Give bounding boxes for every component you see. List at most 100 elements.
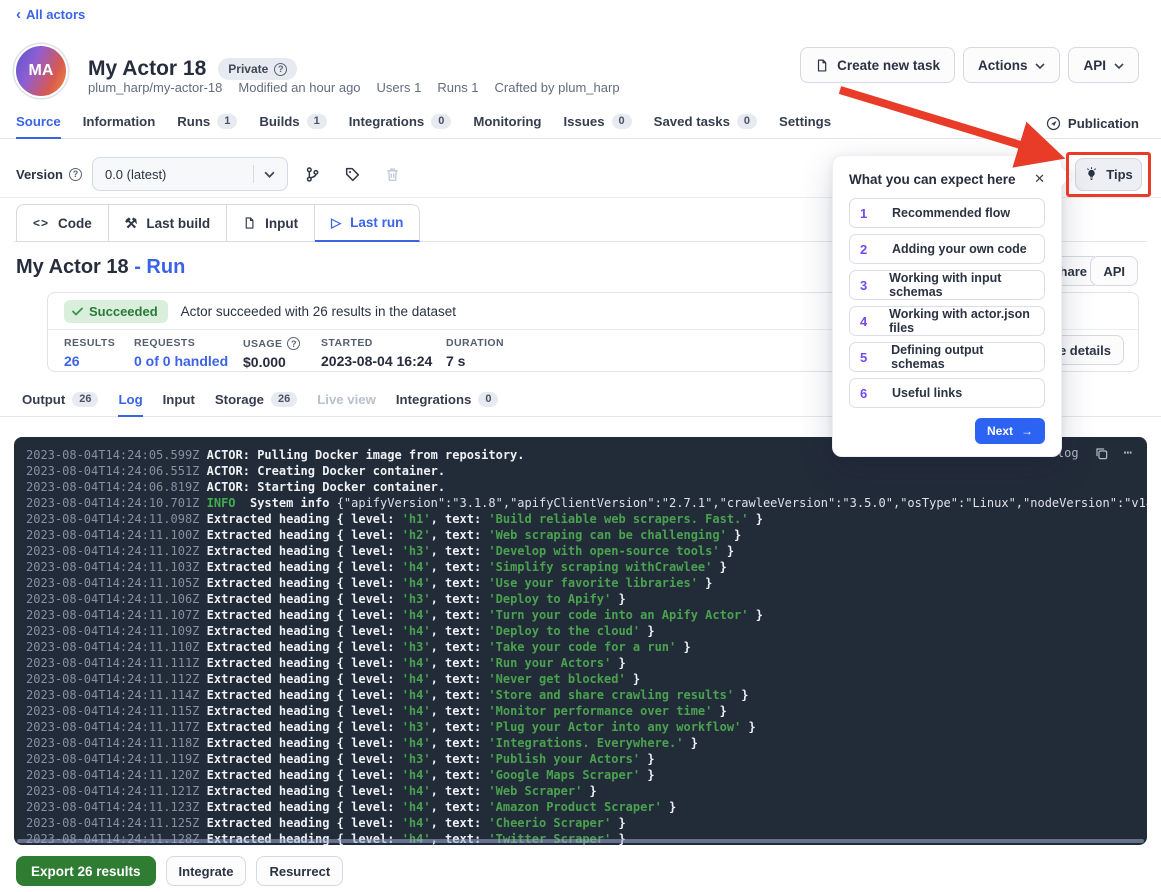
tab-source[interactable]: Source [16, 115, 61, 138]
close-icon[interactable]: ✕ [1034, 171, 1045, 187]
log-segment: } [582, 784, 596, 798]
next-button[interactable]: Next → [975, 418, 1045, 444]
file-icon [243, 216, 256, 230]
tab-label: Log [118, 392, 142, 407]
log-lines: 2023-08-04T14:24:05.599Z ACTOR: Pulling … [14, 437, 1147, 845]
subtab-code[interactable]: <>Code [16, 204, 109, 242]
log-segment: 'Run your Actors' [488, 656, 611, 670]
log-segment: } [611, 656, 625, 670]
tab-monitoring[interactable]: Monitoring [473, 115, 541, 138]
log-segment: Extracted heading { level: [207, 768, 402, 782]
log-timestamp: 2023-08-04T14:24:11.098Z [26, 512, 199, 526]
tip-item-5[interactable]: 5Defining output schemas [849, 342, 1045, 372]
tips-popup: What you can expect here ✕ 1Recommended … [832, 155, 1062, 457]
subtab-last-build[interactable]: ⚒Last build [109, 204, 227, 242]
tab-integrations[interactable]: Integrations0 [349, 115, 452, 138]
delete-icon[interactable] [378, 159, 408, 189]
resurrect-button[interactable]: Resurrect [256, 856, 343, 886]
breadcrumb-label: All actors [26, 7, 85, 22]
git-branch-icon[interactable] [298, 159, 328, 189]
stat-requests: REQUESTS0 of 0 handled [134, 337, 227, 370]
integrate-button[interactable]: Integrate [166, 856, 247, 886]
tip-item-2[interactable]: 2Adding your own code [849, 234, 1045, 264]
run-tab-output[interactable]: Output26 [22, 392, 98, 416]
status-badge-label: Succeeded [89, 304, 158, 319]
log-segment: } [712, 560, 726, 574]
tip-item-4[interactable]: 4Working with actor.json files [849, 306, 1045, 336]
log-segment: , text: [431, 640, 489, 654]
stat-label-text: STARTED [321, 337, 373, 349]
run-tab-log[interactable]: Log [118, 392, 142, 416]
run-tab-live-view[interactable]: Live view [317, 392, 376, 416]
log-segment: , text: [431, 672, 489, 686]
tab-runs[interactable]: Runs1 [177, 115, 237, 138]
tab-count-badge: 26 [271, 392, 297, 407]
log-horizontal-scrollbar[interactable] [17, 839, 1144, 843]
log-segment: 'Web Scraper' [488, 784, 582, 798]
log-segment: 'h4' [402, 800, 431, 814]
tab-settings[interactable]: Settings [779, 115, 831, 138]
help-icon[interactable]: ? [287, 337, 300, 350]
popup-items: 1Recommended flow 2Adding your own code 3W… [849, 198, 1045, 408]
copy-icon[interactable] [1094, 446, 1109, 461]
tab-label: Integrations [349, 114, 424, 129]
log-segment [199, 688, 206, 702]
log-segment: 'h4' [402, 704, 431, 718]
log-segment: 'Amazon Product Scraper' [488, 800, 661, 814]
tip-item-1[interactable]: 1Recommended flow [849, 198, 1045, 228]
log-segment [199, 480, 206, 494]
log-segment: } [720, 544, 734, 558]
help-icon[interactable]: ? [69, 168, 82, 181]
log-segment [199, 656, 206, 670]
log-segment: , text: [431, 576, 489, 590]
create-new-task-button[interactable]: Create new task [800, 47, 955, 83]
help-icon[interactable]: ? [274, 63, 287, 76]
arrow-right-icon: → [1021, 424, 1033, 438]
publication-link[interactable]: Publication [1046, 116, 1139, 131]
tab-count-badge: 26 [72, 392, 98, 407]
log-segment: , text: [431, 608, 489, 622]
tip-item-3[interactable]: 3Working with input schemas [849, 270, 1045, 300]
tip-item-6[interactable]: 6Useful links [849, 378, 1045, 408]
log-segment [199, 784, 206, 798]
log-segment: 'h3' [402, 640, 431, 654]
tab-label: Source [16, 114, 61, 129]
log-segment: 'h3' [402, 592, 431, 606]
run-tab-input[interactable]: Input [163, 392, 195, 416]
log-console[interactable]: View full log ⋯ 2023-08-04T14:24:05.599Z… [14, 437, 1147, 845]
visibility-badge-label: Private [228, 62, 268, 76]
api-button[interactable]: API [1068, 47, 1139, 83]
export-results-button[interactable]: Export 26 results [16, 856, 156, 886]
breadcrumb[interactable]: ‹ All actors [16, 7, 85, 22]
run-tab-integrations[interactable]: Integrations0 [396, 392, 499, 416]
tab-saved-tasks[interactable]: Saved tasks0 [654, 115, 757, 138]
tab-issues[interactable]: Issues0 [563, 115, 631, 138]
version-select[interactable]: 0.0 (latest) [92, 157, 288, 191]
log-timestamp: 2023-08-04T14:24:05.599Z [26, 448, 199, 462]
log-segment [199, 496, 206, 510]
lightbulb-icon [1084, 167, 1099, 182]
tab-builds[interactable]: Builds1 [259, 115, 326, 138]
tab-label: Input [163, 392, 195, 407]
log-segment: } [727, 528, 741, 542]
subtab-input[interactable]: Input [227, 204, 315, 242]
log-segment: } [741, 720, 755, 734]
tip-number: 5 [860, 350, 879, 365]
log-segment: INFO [207, 496, 236, 510]
log-segment: } [640, 624, 654, 638]
log-segment: } [734, 688, 748, 702]
tips-button[interactable]: Tips [1075, 158, 1142, 191]
chevron-down-icon [1035, 63, 1045, 69]
tab-information[interactable]: Information [83, 115, 156, 138]
run-tab-storage[interactable]: Storage26 [215, 392, 297, 416]
log-timestamp: 2023-08-04T14:24:11.110Z [26, 640, 199, 654]
hammer-icon: ⚒ [125, 215, 138, 232]
more-options-icon[interactable]: ⋯ [1124, 445, 1133, 461]
log-segment: 'Integrations. Everywhere.' [488, 736, 683, 750]
log-timestamp: 2023-08-04T14:24:11.112Z [26, 672, 199, 686]
tag-icon[interactable] [338, 159, 368, 189]
run-api-button[interactable]: API [1090, 256, 1138, 286]
actions-button[interactable]: Actions [963, 47, 1061, 83]
log-segment: 'Turn your code into an Apify Actor' [488, 608, 748, 622]
subtab-last-run[interactable]: ▷Last run [315, 204, 420, 242]
